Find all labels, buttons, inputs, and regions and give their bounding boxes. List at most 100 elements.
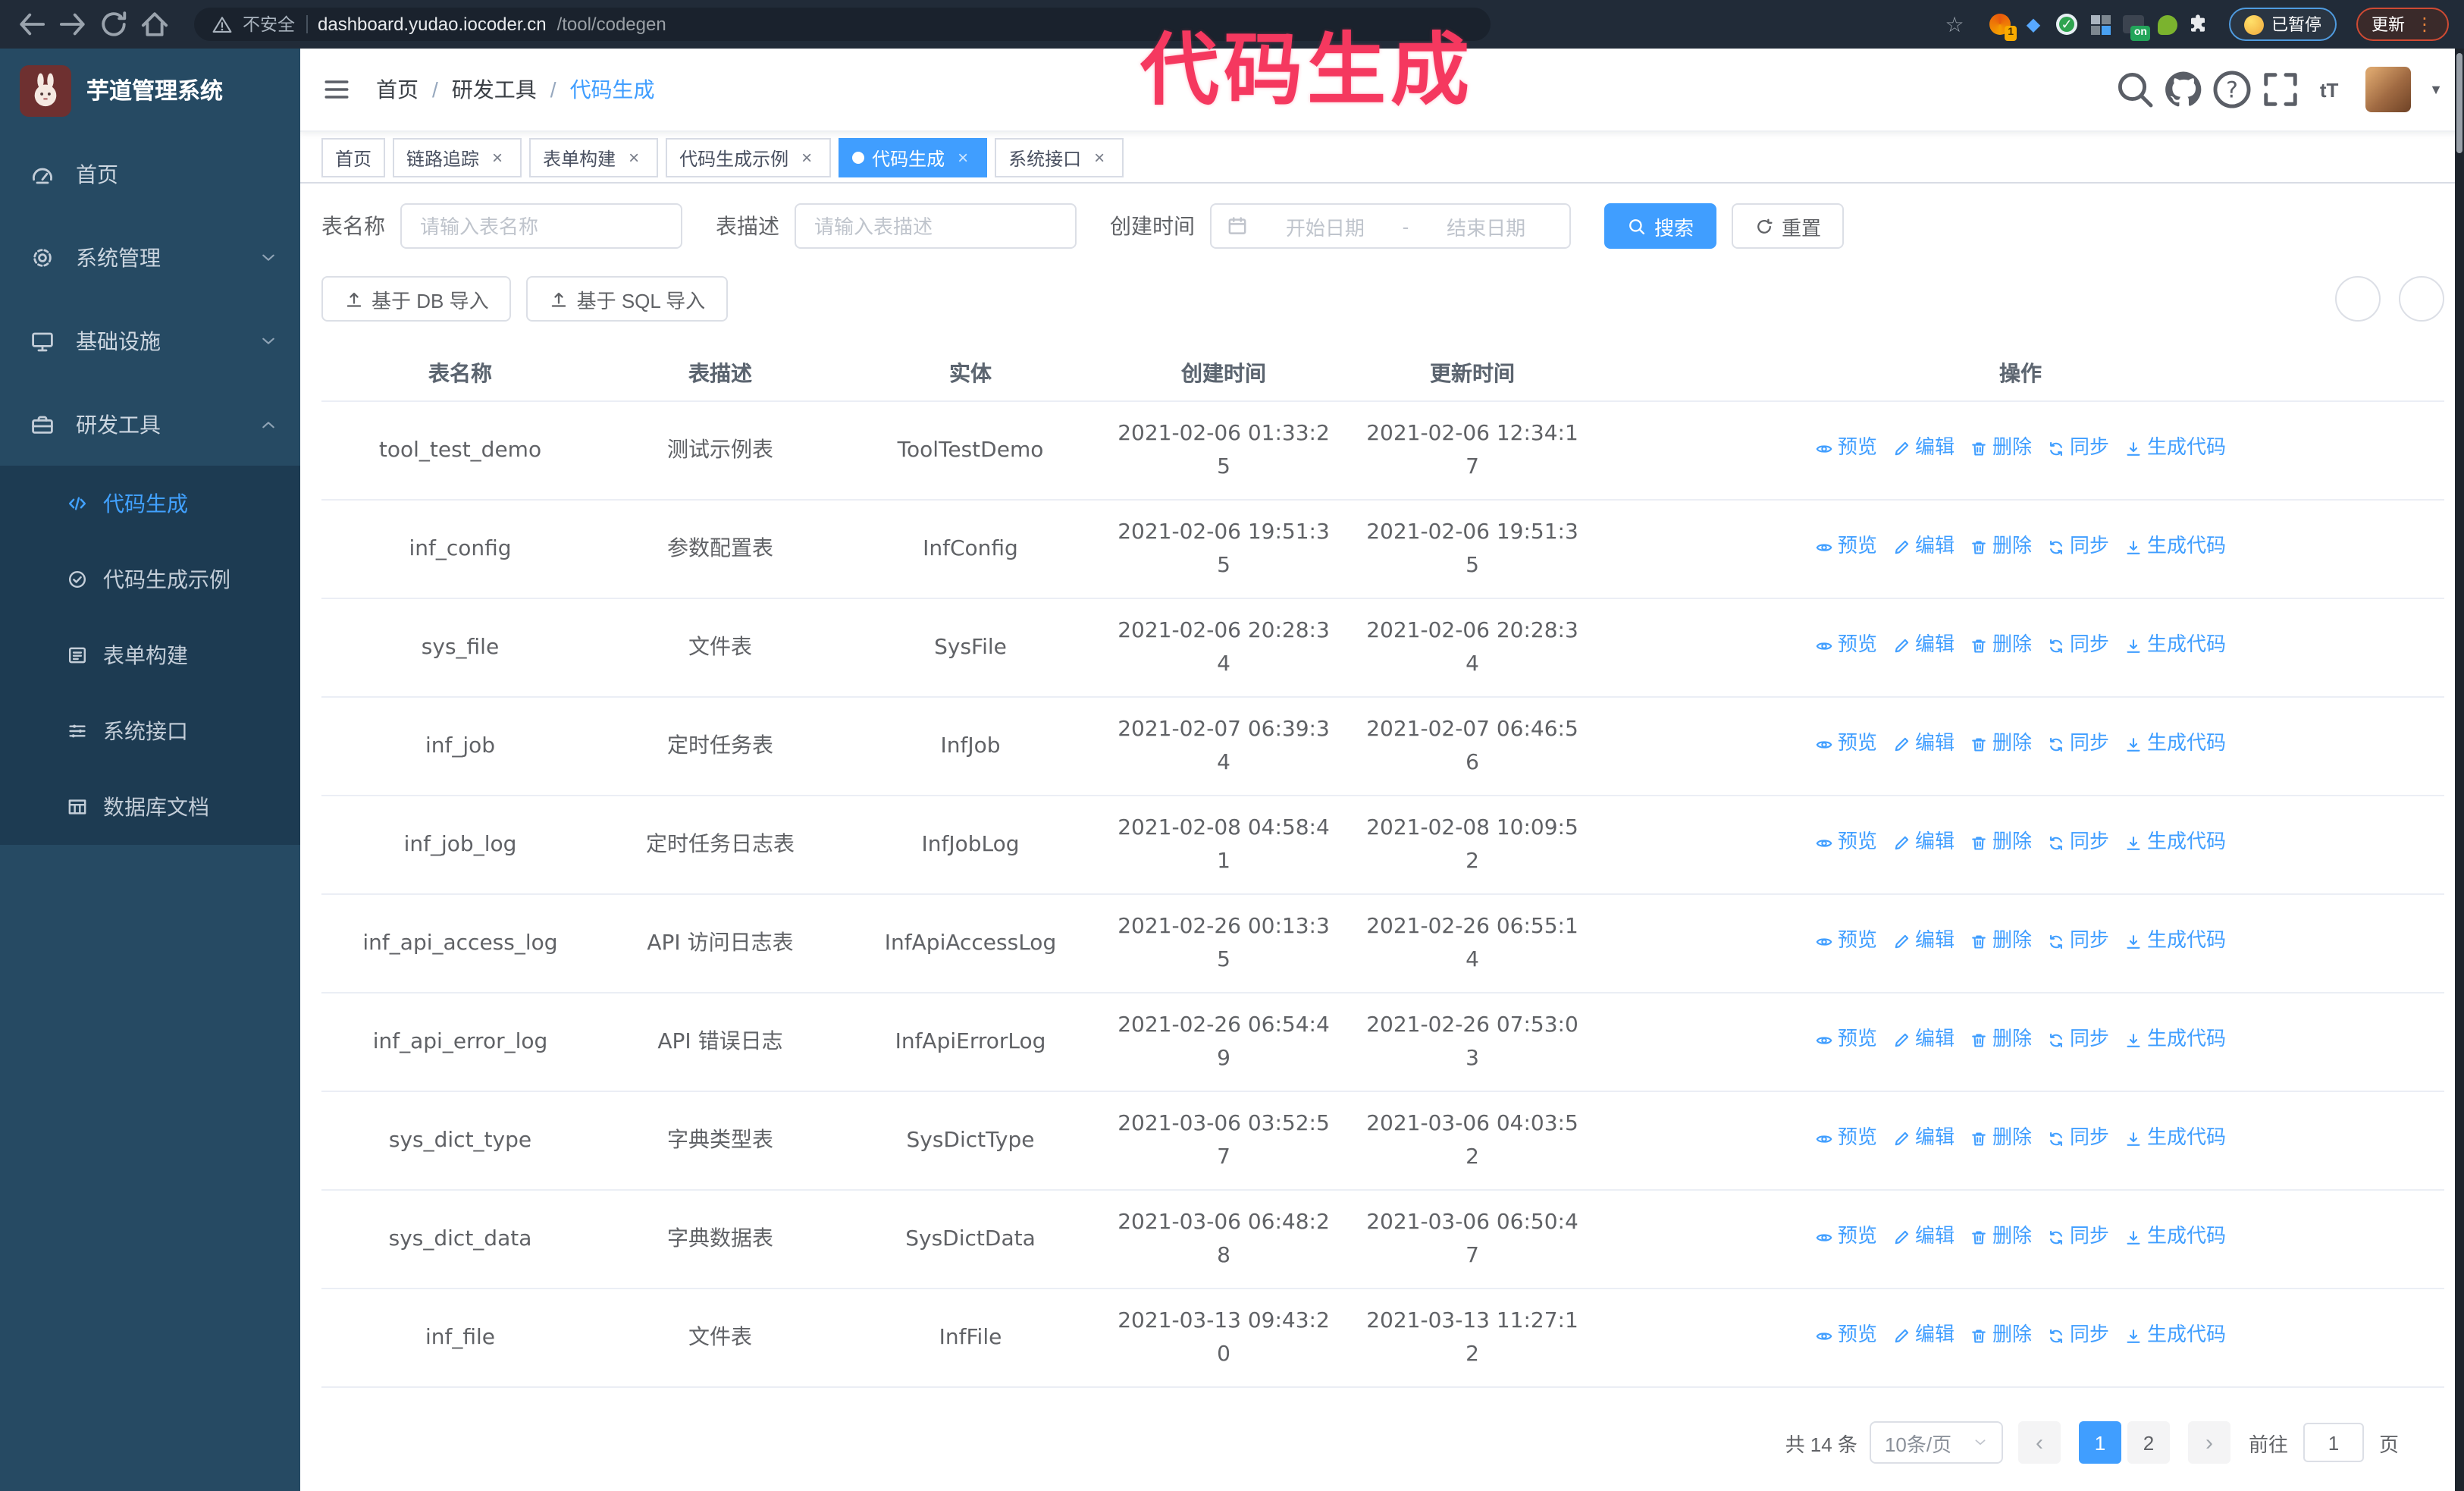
extension-dark-icon[interactable]: on [2120,11,2150,41]
tab-close-icon[interactable]: × [952,147,973,168]
edit-link[interactable]: 编辑 [1892,1221,1955,1254]
tab-close-icon[interactable]: × [796,147,817,168]
page-size-select[interactable]: 10条/页 [1869,1421,2003,1464]
extension-lizard-icon[interactable] [2153,11,2180,38]
delete-link[interactable]: 删除 [1970,1320,2032,1353]
back-icon[interactable] [15,8,49,41]
paused-badge[interactable]: 已暂停 [2229,8,2337,41]
table-name-input[interactable] [400,203,682,249]
preview-link[interactable]: 预览 [1815,629,1877,663]
import-sql-button[interactable]: 基于 SQL 导入 [526,276,729,322]
generate-code-link[interactable]: 生成代码 [2124,1320,2226,1353]
create-time-range-picker[interactable]: 开始日期 - 结束日期 [1210,203,1571,249]
edit-link[interactable]: 编辑 [1892,629,1955,663]
hamburger-icon[interactable] [321,74,352,105]
home-icon[interactable] [138,8,171,41]
sync-link[interactable]: 同步 [2047,1221,2109,1254]
tab-4[interactable]: 代码生成示例 × [666,138,832,177]
generate-code-link[interactable]: 生成代码 [2124,728,2226,761]
extension-grid-icon[interactable] [2086,11,2114,38]
delete-link[interactable]: 删除 [1970,925,2032,959]
delete-link[interactable]: 删除 [1970,1221,2032,1254]
preview-link[interactable]: 预览 [1815,531,1877,564]
tab-close-icon[interactable]: × [623,147,644,168]
sync-link[interactable]: 同步 [2047,531,2109,564]
sidebar-item-系统接口[interactable]: 系统接口 [0,693,300,769]
generate-code-link[interactable]: 生成代码 [2124,531,2226,564]
tab-5[interactable]: 代码生成 × [839,138,988,177]
search-toggle-button[interactable] [2335,276,2381,322]
sync-link[interactable]: 同步 [2047,629,2109,663]
preview-link[interactable]: 预览 [1815,827,1877,860]
edit-link[interactable]: 编辑 [1892,1320,1955,1353]
preview-link[interactable]: 预览 [1815,1320,1877,1353]
bookmark-star-icon[interactable]: ☆ [1939,11,1970,37]
sidebar-item-数据库文档[interactable]: 数据库文档 [0,769,300,845]
generate-code-link[interactable]: 生成代码 [2124,925,2226,959]
delete-link[interactable]: 删除 [1970,728,2032,761]
generate-code-link[interactable]: 生成代码 [2124,629,2226,663]
edit-link[interactable]: 编辑 [1892,1122,1955,1156]
sidebar-item-基础设施[interactable]: 基础设施 [0,299,300,382]
sidebar-item-系统管理[interactable]: 系统管理 [0,215,300,299]
sync-link[interactable]: 同步 [2047,728,2109,761]
sidebar-item-代码生成示例[interactable]: 代码生成示例 [0,541,300,617]
sync-link[interactable]: 同步 [2047,432,2109,466]
app-logo[interactable]: 芋道管理系统 [0,49,300,132]
edit-link[interactable]: 编辑 [1892,531,1955,564]
delete-link[interactable]: 删除 [1970,531,2032,564]
preview-link[interactable]: 预览 [1815,432,1877,466]
edit-link[interactable]: 编辑 [1892,432,1955,466]
sync-link[interactable]: 同步 [2047,827,2109,860]
next-page-button[interactable]: › [2187,1421,2230,1464]
edit-link[interactable]: 编辑 [1892,925,1955,959]
preview-link[interactable]: 预览 [1815,728,1877,761]
caret-down-icon[interactable]: ▼ [2429,82,2443,97]
github-icon[interactable] [2162,68,2205,111]
reload-icon[interactable] [97,8,130,41]
extension-check-icon[interactable]: ✓ [2053,11,2080,38]
reset-button[interactable]: 重置 [1732,203,1845,249]
sync-link[interactable]: 同步 [2047,1320,2109,1353]
tab-1[interactable]: 首页 [321,138,386,177]
goto-page-input[interactable] [2303,1423,2364,1462]
header-search-icon[interactable] [2114,68,2156,111]
user-avatar[interactable] [2365,67,2412,112]
breadcrumb-dev-tools[interactable]: 研发工具 [452,74,537,105]
sidebar-item-研发工具[interactable]: 研发工具 [0,382,300,466]
tab-2[interactable]: 链路追踪 × [393,138,522,177]
generate-code-link[interactable]: 生成代码 [2124,1221,2226,1254]
help-icon[interactable]: ? [2211,68,2253,111]
tab-close-icon[interactable]: × [1089,147,1110,168]
edit-link[interactable]: 编辑 [1892,1024,1955,1057]
sidebar-item-首页[interactable]: 首页 [0,132,300,215]
sync-link[interactable]: 同步 [2047,925,2109,959]
forward-icon[interactable] [56,8,89,41]
kebab-menu-icon[interactable]: ⋮ [2415,14,2434,35]
tab-close-icon[interactable]: × [487,147,508,168]
preview-link[interactable]: 预览 [1815,1024,1877,1057]
edit-link[interactable]: 编辑 [1892,827,1955,860]
table-desc-input[interactable] [795,203,1077,249]
extension-orange-icon[interactable]: 1 [1986,11,2017,41]
preview-link[interactable]: 预览 [1815,1122,1877,1156]
scrollbar-thumb[interactable] [2456,53,2462,153]
fullscreen-icon[interactable] [2259,68,2302,111]
tab-6[interactable]: 系统接口 × [995,138,1124,177]
prev-page-button[interactable]: ‹ [2017,1421,2061,1464]
delete-link[interactable]: 删除 [1970,432,2032,466]
delete-link[interactable]: 删除 [1970,629,2032,663]
generate-code-link[interactable]: 生成代码 [2124,1122,2226,1156]
preview-link[interactable]: 预览 [1815,925,1877,959]
extensions-puzzle-icon[interactable] [2187,13,2209,36]
extension-gem-icon[interactable]: ◆ [2020,11,2047,38]
generate-code-link[interactable]: 生成代码 [2124,1024,2226,1057]
search-button[interactable]: 搜索 [1604,203,1717,249]
edit-link[interactable]: 编辑 [1892,728,1955,761]
sync-link[interactable]: 同步 [2047,1122,2109,1156]
refresh-table-button[interactable] [2399,276,2444,322]
delete-link[interactable]: 删除 [1970,1024,2032,1057]
page-button-2[interactable]: 2 [2127,1421,2170,1464]
update-badge[interactable]: 更新 ⋮ [2356,8,2449,41]
sync-link[interactable]: 同步 [2047,1024,2109,1057]
